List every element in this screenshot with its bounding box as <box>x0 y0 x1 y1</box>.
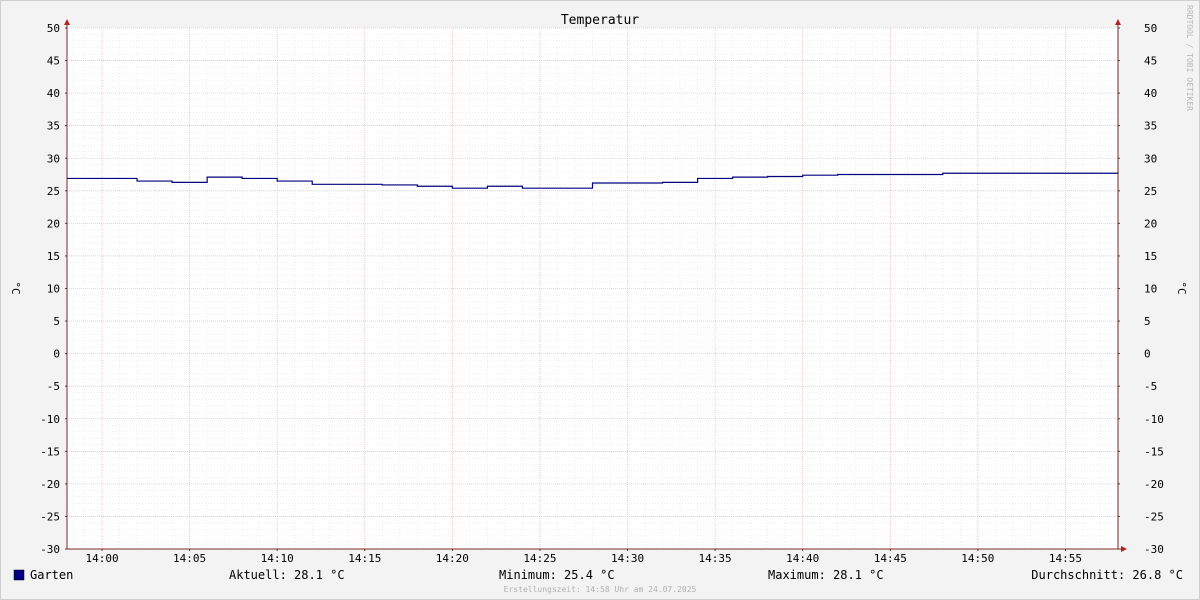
y-tick-label-right: 40 <box>1144 87 1157 100</box>
legend-series-label: Garten <box>30 568 73 582</box>
y-tick-label-right: -10 <box>1144 413 1164 426</box>
y-tick-label-right: 5 <box>1144 315 1151 328</box>
y-tick-label-left: 20 <box>47 217 60 230</box>
x-tick-label: 14:15 <box>348 552 381 565</box>
y-tick-label-right: -20 <box>1144 478 1164 491</box>
y-tick-label-left: -15 <box>40 445 60 458</box>
x-tick-label: 14:35 <box>699 552 732 565</box>
y-axis-label-left: °C <box>9 281 22 294</box>
temperature-chart: 50454035302520151050-5-10-15-20-25-30 50… <box>9 5 1194 594</box>
y-axis-arrow-right <box>1115 19 1121 25</box>
y-axis-right: 50454035302520151050-5-10-15-20-25-30 <box>1118 22 1164 556</box>
y-tick-label-left: 45 <box>47 55 60 68</box>
y-tick-label-right: 10 <box>1144 283 1157 296</box>
watermark: RRDTOOL / TOBI OETIKER <box>1185 5 1194 111</box>
x-axis: 14:00 14:05 14:10 14:15 14:20 14:25 14:30 14:35… <box>85 549 1082 565</box>
y-axis-label-right: °C <box>1175 281 1188 294</box>
y-axis-arrow-left <box>64 19 70 25</box>
y-tick-label-left: -10 <box>40 413 60 426</box>
y-tick-label-left: 50 <box>47 22 60 35</box>
chart-title: Temperatur <box>561 13 639 28</box>
y-tick-label-left: 0 <box>53 348 60 361</box>
y-tick-label-left: 15 <box>47 250 60 263</box>
y-tick-label-left: 10 <box>47 283 60 296</box>
legend-swatch <box>13 569 25 581</box>
x-tick-label: 14:30 <box>611 552 644 565</box>
y-tick-label-left: -5 <box>47 380 60 393</box>
y-tick-label-left: -30 <box>40 543 60 556</box>
legend-minimum: Minimum: 25.4 °C <box>499 568 615 582</box>
legend-average: Durchschnitt: 26.8 °C <box>1031 568 1183 582</box>
y-tick-label-right: -15 <box>1144 445 1164 458</box>
x-tick-label: 14:55 <box>1049 552 1082 565</box>
y-tick-label-left: 25 <box>47 185 60 198</box>
y-tick-label-left: 40 <box>47 87 60 100</box>
x-tick-label: 14:00 <box>85 552 118 565</box>
x-tick-label: 14:45 <box>874 552 907 565</box>
creation-time: Erstellungszeit: 14:58 Uhr am 24.07.2025 <box>504 585 697 594</box>
x-tick-label: 14:50 <box>961 552 994 565</box>
y-tick-label-right: -30 <box>1144 543 1164 556</box>
y-tick-label-left: 30 <box>47 152 60 165</box>
y-axis-left: 50454035302520151050-5-10-15-20-25-30 <box>40 22 67 556</box>
x-tick-label: 14:25 <box>523 552 556 565</box>
y-tick-label-right: 20 <box>1144 217 1157 230</box>
y-tick-label-right: 45 <box>1144 55 1157 68</box>
y-tick-label-right: 50 <box>1144 22 1157 35</box>
y-tick-label-right: 30 <box>1144 152 1157 165</box>
x-tick-label: 14:20 <box>436 552 469 565</box>
y-tick-label-left: 35 <box>47 120 60 133</box>
legend-maximum: Maximum: 28.1 °C <box>768 568 884 582</box>
x-tick-label: 14:05 <box>173 552 206 565</box>
y-tick-label-left: 5 <box>53 315 60 328</box>
y-tick-label-right: -25 <box>1144 510 1164 523</box>
y-tick-label-right: 0 <box>1144 348 1151 361</box>
legend-current: Aktuell: 28.1 °C <box>229 568 345 582</box>
y-tick-label-left: -25 <box>40 510 60 523</box>
x-tick-label: 14:40 <box>786 552 819 565</box>
y-tick-label-left: -20 <box>40 478 60 491</box>
y-tick-label-right: 15 <box>1144 250 1157 263</box>
y-tick-label-right: -5 <box>1144 380 1157 393</box>
x-axis-arrow <box>1121 546 1127 552</box>
y-tick-label-right: 25 <box>1144 185 1157 198</box>
x-tick-label: 14:10 <box>261 552 294 565</box>
y-tick-label-right: 35 <box>1144 120 1157 133</box>
